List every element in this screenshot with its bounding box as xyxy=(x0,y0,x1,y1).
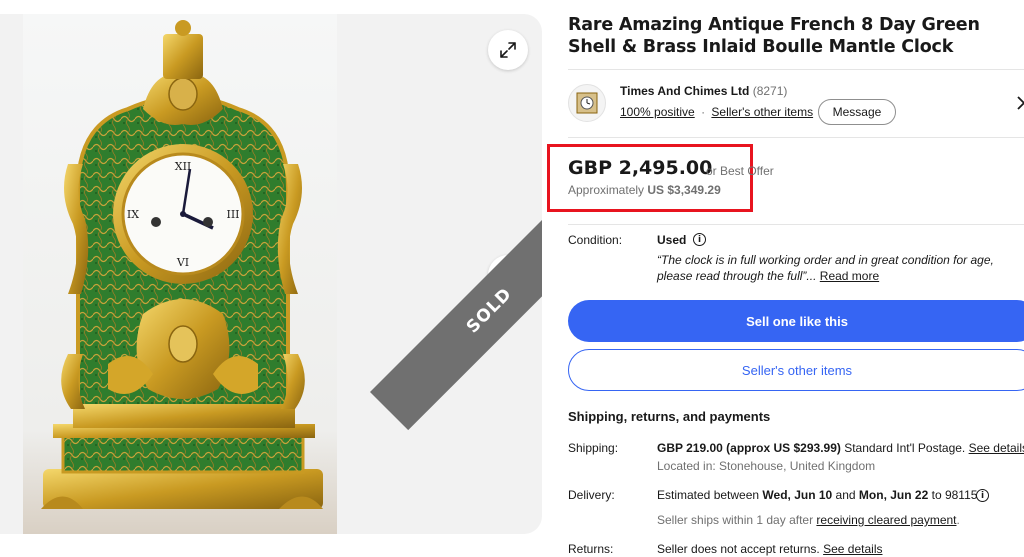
seller-positive-link[interactable]: 100% positive xyxy=(620,105,695,119)
condition-description: “The clock is in full working order and … xyxy=(657,252,1017,284)
delivery-estimate: Estimated between Wed, Jun 10 and Mon, J… xyxy=(657,488,977,502)
condition-label: Condition: xyxy=(568,233,623,247)
cleared-payment-link[interactable]: receiving cleared payment xyxy=(816,513,956,527)
image-gallery: XII VI IX III SOLD xyxy=(0,14,542,534)
divider xyxy=(568,137,1024,138)
condition-value: Used xyxy=(657,233,687,247)
shipping-cost: GBP 219.00 (approx US $293.99) xyxy=(657,441,841,455)
returns-info: Seller does not accept returns. See deta… xyxy=(657,542,882,556)
seller-other-items-link[interactable]: Seller's other items xyxy=(711,105,813,119)
svg-text:III: III xyxy=(226,208,239,221)
shipping-info: GBP 219.00 (approx US $293.99) Standard … xyxy=(657,441,1024,455)
shipping-see-details-link[interactable]: See details xyxy=(969,441,1024,455)
expand-icon[interactable] xyxy=(488,30,528,70)
returns-text: Seller does not accept returns. xyxy=(657,542,820,556)
delivery-and: and xyxy=(835,488,856,502)
info-icon[interactable]: i xyxy=(976,489,989,502)
seller-links: 100% positive · Seller's other items xyxy=(620,105,813,119)
returns-see-details-link[interactable]: See details xyxy=(823,542,882,556)
seller-feedback-count: (8271) xyxy=(752,84,788,98)
delivery-prefix: Estimated between xyxy=(657,488,760,502)
delivery-zip: to 98115 xyxy=(931,488,978,502)
delivery-end: Mon, Jun 22 xyxy=(858,488,929,502)
shipping-method: Standard Int'l Postage. xyxy=(844,441,966,455)
svg-text:VI: VI xyxy=(176,256,189,269)
seller-name[interactable]: Times And Chimes Ltd (8271) xyxy=(620,84,787,98)
delivery-start: Wed, Jun 10 xyxy=(762,488,833,502)
price: GBP 2,495.00 xyxy=(568,157,713,179)
seller-logo-icon xyxy=(576,92,598,114)
sellers-other-items-button[interactable]: Seller's other items xyxy=(568,349,1024,391)
period: . xyxy=(956,513,960,527)
sold-ribbon: SOLD xyxy=(370,151,542,431)
ships-within: Seller ships within 1 day after xyxy=(657,513,814,527)
seller-avatar[interactable] xyxy=(568,84,606,122)
svg-text:IX: IX xyxy=(127,208,139,221)
read-more-link[interactable]: Read more xyxy=(820,269,879,283)
message-button[interactable]: Message xyxy=(818,99,896,125)
dispatch-info: Seller ships within 1 day after receivin… xyxy=(657,513,960,527)
listing-title: Rare Amazing Antique French 8 Day Green … xyxy=(568,15,980,57)
best-offer-label: or Best Offer xyxy=(706,164,774,178)
shipping-label: Shipping: xyxy=(568,441,619,455)
chevron-right-icon[interactable] xyxy=(1016,96,1024,115)
approx-prefix: Approximately xyxy=(568,183,645,197)
approx-value: US $3,349.29 xyxy=(647,183,721,197)
sell-one-like-this-button[interactable]: Sell one like this xyxy=(568,300,1024,342)
returns-label: Returns: xyxy=(568,542,614,556)
clock-photo[interactable]: XII VI IX III xyxy=(23,14,337,534)
info-icon[interactable]: i xyxy=(693,233,706,246)
price-approximate: Approximately US $3,349.29 xyxy=(568,183,721,197)
divider xyxy=(568,69,1024,70)
separator: · xyxy=(701,105,706,119)
located-in: Located in: Stonehouse, United Kingdom xyxy=(657,459,876,473)
seller-name-text[interactable]: Times And Chimes Ltd xyxy=(620,84,749,98)
delivery-label: Delivery: xyxy=(568,488,615,502)
sold-label: SOLD xyxy=(462,283,517,338)
divider xyxy=(568,224,1024,225)
shipping-section-title: Shipping, returns, and payments xyxy=(568,409,771,424)
